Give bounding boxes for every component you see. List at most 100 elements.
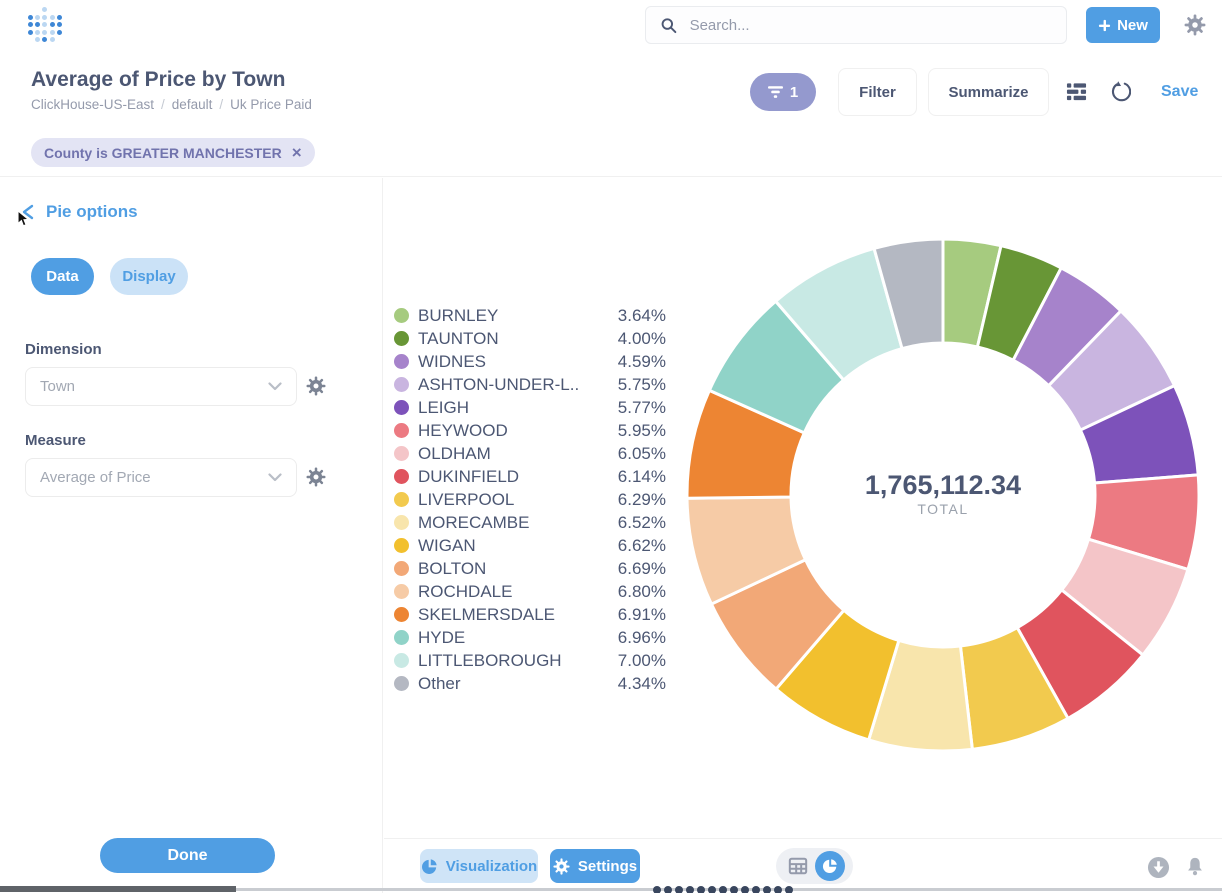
dimension-value: Town (40, 378, 75, 395)
settings-button[interactable]: Settings (550, 849, 640, 883)
legend-percent: 4.59% (618, 352, 666, 372)
legend-item[interactable]: WIDNES4.59% (394, 350, 666, 373)
horizontal-scrollbar-thumb[interactable] (0, 886, 236, 892)
legend-item[interactable]: Other 4.34% (394, 672, 666, 695)
bottom-dots-decoration (653, 886, 793, 893)
breadcrumb-schema[interactable]: default (172, 97, 213, 112)
download-icon[interactable] (1147, 856, 1170, 879)
done-button[interactable]: Done (100, 838, 275, 873)
legend-swatch-icon (394, 492, 409, 507)
filter-count: 1 (790, 84, 798, 101)
filter-count-badge[interactable]: 1 (750, 73, 816, 111)
dimension-settings-gear-icon[interactable] (306, 376, 326, 396)
legend-item[interactable]: TAUNTON4.00% (394, 327, 666, 350)
legend-item[interactable]: HYDE6.96% (394, 626, 666, 649)
visualization-button-label: Visualization (446, 858, 537, 875)
remove-filter-icon[interactable]: × (292, 144, 302, 161)
legend-item[interactable]: ASHTON-UNDER-L..5.75% (394, 373, 666, 396)
chart-total-value: 1,765,112.34 (681, 470, 1205, 501)
measure-select[interactable]: Average of Price (25, 458, 297, 497)
new-button[interactable]: New (1086, 7, 1160, 43)
legend-label: LIVERPOOL (418, 490, 514, 510)
legend-swatch-icon (394, 561, 409, 576)
legend-item[interactable]: SKELMERSDALE6.91% (394, 603, 666, 626)
legend-swatch-icon (394, 607, 409, 622)
legend-label: LITTLEBOROUGH (418, 651, 562, 671)
table-view-icon[interactable] (788, 856, 808, 876)
legend-percent: 4.34% (618, 674, 666, 694)
tab-display[interactable]: Display (110, 258, 188, 295)
legend-swatch-icon (394, 446, 409, 461)
breadcrumb-database[interactable]: ClickHouse-US-East (31, 97, 154, 112)
pie-chart-icon (421, 858, 438, 875)
legend-swatch-icon (394, 676, 409, 691)
tab-data[interactable]: Data (31, 258, 94, 295)
legend-item[interactable]: LIVERPOOL 6.29% (394, 488, 666, 511)
legend-item[interactable]: BOLTON 6.69% (394, 557, 666, 580)
search-bar[interactable] (645, 6, 1067, 44)
legend-percent: 6.29% (618, 490, 666, 510)
dimension-select[interactable]: Town (25, 367, 297, 406)
page-title: Average of Price by Town (31, 68, 285, 92)
legend-label: SKELMERSDALE (418, 605, 555, 625)
sidebar-heading[interactable]: Pie options (46, 202, 138, 222)
legend-label: Other (418, 674, 461, 694)
legend-item[interactable]: HEYWOOD 5.95% (394, 419, 666, 442)
filter-pill[interactable]: County is GREATER MANCHESTER × (31, 138, 315, 167)
legend-label: HEYWOOD (418, 421, 508, 441)
legend-item[interactable]: WIGAN6.62% (394, 534, 666, 557)
legend-percent: 6.69% (618, 559, 666, 579)
legend-item[interactable]: BURNLEY3.64% (394, 304, 666, 327)
legend-percent: 5.77% (618, 398, 666, 418)
legend-item[interactable]: DUKINFIELD6.14% (394, 465, 666, 488)
top-nav: New (0, 0, 1222, 50)
funnel-icon (768, 86, 783, 99)
refresh-icon[interactable] (1110, 81, 1131, 102)
legend-percent: 7.00% (618, 651, 666, 671)
legend-label: BURNLEY (418, 306, 498, 326)
legend-percent: 5.75% (618, 375, 666, 395)
metabase-question-page: New Average of Price by Town ClickHouse-… (0, 0, 1222, 893)
bottom-bar: Visualization Settings (384, 838, 1222, 888)
legend-swatch-icon (394, 354, 409, 369)
legend-percent: 6.62% (618, 536, 666, 556)
legend-swatch-icon (394, 653, 409, 668)
gear-icon[interactable] (1184, 14, 1206, 36)
measure-label: Measure (25, 432, 86, 449)
save-button[interactable]: Save (1161, 83, 1198, 101)
filter-button[interactable]: Filter (838, 68, 917, 116)
search-input[interactable] (690, 17, 1052, 34)
legend-item[interactable]: LEIGH5.77% (394, 396, 666, 419)
legend-item[interactable]: OLDHAM6.05% (394, 442, 666, 465)
legend-percent: 6.96% (618, 628, 666, 648)
metabase-logo-icon[interactable] (28, 7, 62, 43)
legend-percent: 6.14% (618, 467, 666, 487)
breadcrumb-table[interactable]: Uk Price Paid (230, 97, 312, 112)
filter-bar: County is GREATER MANCHESTER × (0, 130, 1222, 177)
legend-swatch-icon (394, 538, 409, 553)
legend-percent: 5.95% (618, 421, 666, 441)
legend-item[interactable]: MORECAMBE6.52% (394, 511, 666, 534)
legend-swatch-icon (394, 423, 409, 438)
dimension-label: Dimension (25, 341, 102, 358)
search-icon (660, 16, 678, 35)
table-pie-toggle (776, 848, 853, 884)
legend-item[interactable]: ROCHDALE6.80% (394, 580, 666, 603)
legend-item[interactable]: LITTLEBOROUGH 7.00% (394, 649, 666, 672)
legend-swatch-icon (394, 584, 409, 599)
visualization-button[interactable]: Visualization (420, 849, 538, 883)
notebook-icon[interactable] (1066, 81, 1087, 102)
gear-icon (553, 858, 570, 875)
plus-icon (1098, 19, 1111, 32)
legend-percent: 4.00% (618, 329, 666, 349)
summarize-button[interactable]: Summarize (928, 68, 1049, 116)
legend-percent: 6.52% (618, 513, 666, 533)
legend-label: BOLTON (418, 559, 486, 579)
chart-legend: BURNLEY3.64%TAUNTON4.00%WIDNES4.59%ASHTO… (394, 304, 666, 695)
bell-icon[interactable] (1185, 856, 1205, 877)
back-chevron-icon[interactable] (21, 204, 35, 220)
legend-swatch-icon (394, 377, 409, 392)
measure-settings-gear-icon[interactable] (306, 467, 326, 487)
pie-view-toggle[interactable] (815, 851, 845, 881)
chevron-down-icon (268, 382, 282, 391)
